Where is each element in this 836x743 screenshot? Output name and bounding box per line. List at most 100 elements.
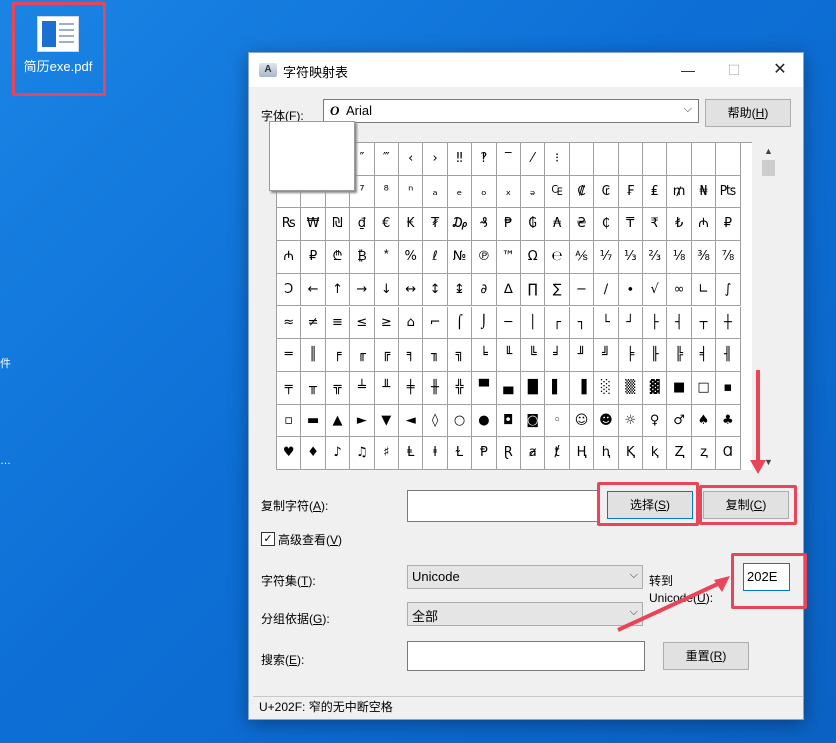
char-cell[interactable]: ╦ [325,371,351,405]
char-cell[interactable]: ≈ [277,306,302,340]
char-cell[interactable]: ↑ [325,273,351,307]
char-cell[interactable]: ∞ [667,273,692,307]
char-cell[interactable]: ┬ [691,306,717,340]
char-cell[interactable]: ↔ [399,273,424,307]
char-cell[interactable]: ░ [594,371,619,405]
char-cell[interactable]: ◘ [496,404,521,438]
char-cell[interactable]: ₹ [643,208,668,242]
char-cell[interactable]: ╘ [472,339,497,372]
char-cell[interactable]: ═ [277,339,302,372]
char-cell[interactable]: ╨ [374,371,399,405]
scroll-down-icon[interactable]: ▼ [764,457,773,467]
goto-unicode-input[interactable]: 202E [743,563,790,591]
char-cell[interactable]: ∟ [691,273,717,307]
char-cell[interactable]: ∑ [545,273,570,307]
char-cell[interactable]: √ [643,273,668,307]
char-cell[interactable]: Ɑ [716,437,741,470]
char-cell[interactable]: ≥ [374,306,399,340]
char-cell[interactable]: ₯ [447,208,473,242]
char-cell[interactable]: │ [521,306,546,340]
char-cell[interactable]: № [447,241,473,274]
char-cell[interactable]: ▲ [325,404,351,438]
char-cell[interactable]: ™ [496,241,521,274]
char-cell[interactable]: ╙ [496,339,521,372]
char-cell[interactable] [667,143,692,176]
char-cell[interactable] [691,143,717,176]
char-cell[interactable]: Ⱨ [569,437,595,470]
char-cell[interactable]: ┤ [667,306,692,340]
char-cell[interactable]: ╒ [325,339,351,372]
char-cell[interactable]: ╬ [447,371,473,405]
char-cell[interactable]: ⁿ [399,175,424,209]
char-cell[interactable]: ← [301,273,326,307]
maximize-button[interactable]: ☐ [711,53,757,87]
char-cell[interactable]: ╚ [521,339,546,372]
char-cell[interactable]: › [423,143,448,176]
char-cell[interactable]: ▐ [569,371,595,405]
char-cell[interactable]: ♀ [643,404,668,438]
char-cell[interactable]: ╫ [423,371,448,405]
char-cell[interactable]: ₥ [667,175,692,209]
char-cell[interactable]: ‾ [496,143,521,176]
charset-select[interactable]: Unicode ⌵ [407,565,643,589]
char-cell[interactable]: € [374,208,399,242]
char-cell[interactable]: Ω [521,241,546,274]
char-cell[interactable]: ₽ [716,208,741,242]
char-cell[interactable]: ▒ [618,371,643,405]
char-cell[interactable]: ♠ [691,404,717,438]
char-cell[interactable]: ╔ [374,339,399,372]
char-cell[interactable]: ₿ [350,241,375,274]
char-cell[interactable]: ₣ [618,175,643,209]
char-cell[interactable]: Ɽ [496,437,521,470]
char-cell[interactable] [569,143,595,176]
char-cell[interactable]: ╧ [350,371,375,405]
char-cell[interactable]: ⱨ [594,437,619,470]
char-cell[interactable]: ◙ [521,404,546,438]
char-cell[interactable]: ╥ [301,371,326,405]
char-cell[interactable]: ⁄ [521,143,546,176]
char-cell[interactable]: ₐ [423,175,448,209]
char-cell[interactable]: ■ [667,371,692,405]
char-cell[interactable]: □ [691,371,717,405]
char-cell[interactable]: ‽ [472,143,497,176]
char-cell[interactable]: ℓ [423,241,448,274]
char-cell[interactable]: ⱡ [423,437,448,470]
char-cell[interactable]: ╗ [447,339,473,372]
char-cell[interactable]: Ᵽ [472,437,497,470]
char-cell[interactable]: ─ [496,306,521,340]
char-cell[interactable]: ⅍ [569,241,595,274]
char-cell[interactable]: ₪ [325,208,351,242]
char-cell[interactable]: ∙ [618,273,643,307]
char-cell[interactable]: ∕ [594,273,619,307]
char-cell[interactable]: ℗ [472,241,497,274]
char-cell[interactable]: ▀ [472,371,497,405]
char-cell[interactable]: ▌ [545,371,570,405]
char-cell[interactable]: ┌ [545,306,570,340]
char-cell[interactable]: Ⱡ [399,437,424,470]
char-cell[interactable]: ☻ [594,404,619,438]
char-cell[interactable]: − [569,273,595,307]
char-cell[interactable]: ╟ [643,339,668,372]
char-cell[interactable]: ╪ [399,371,424,405]
char-cell[interactable]: ₩ [301,208,326,242]
group-by-select[interactable]: 全部 ⌵ [407,602,643,626]
char-cell[interactable]: ┐ [569,306,595,340]
char-cell[interactable]: ⌠ [447,306,473,340]
char-cell[interactable]: ₼ [691,208,717,242]
char-cell[interactable]: ♫ [350,437,375,470]
char-cell[interactable]: ₸ [618,208,643,242]
char-cell[interactable]: ♦ [301,437,326,470]
char-cell[interactable]: ⅞ [716,241,741,274]
char-cell[interactable]: ♪ [325,437,351,470]
reset-button[interactable]: 重置(R) [663,642,749,670]
char-cell[interactable]: ≤ [350,306,375,340]
minimize-button[interactable]: — [665,53,711,87]
grid-scrollbar[interactable]: ▲ ▼ [760,142,777,469]
char-cell[interactable]: ₔ [521,175,546,209]
char-cell[interactable]: ₠ [545,175,570,209]
char-cell[interactable]: ▪ [716,371,741,405]
char-cell[interactable]: ₽ [301,241,326,274]
char-cell[interactable]: ₴ [569,208,595,242]
char-cell[interactable]: ‴ [374,143,399,176]
char-cell[interactable]: ⱥ [521,437,546,470]
